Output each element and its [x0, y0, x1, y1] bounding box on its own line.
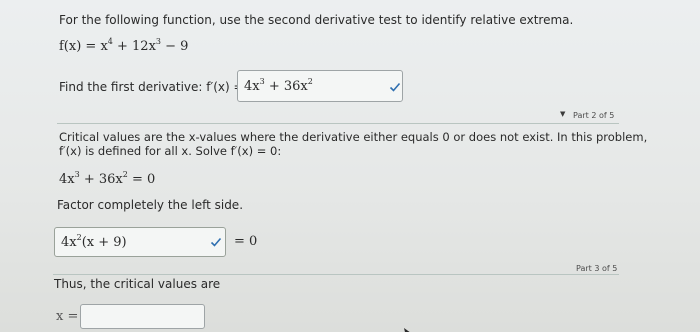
critical-values-explanation-line2: f′(x) is defined for all x. Solve f′(x) … [59, 144, 282, 158]
first-derivative-prompt: Find the first derivative: f′(x) = [59, 80, 244, 94]
derivative-equation: 4x3 + 36x2 = 0 [59, 170, 156, 187]
instruction-text: For the following function, use the seco… [59, 13, 574, 27]
factor-answer-value: 4x2(x + 9) [61, 233, 127, 250]
mouse-cursor-icon [403, 322, 413, 332]
part-2-label: Part 2 of 5 [573, 111, 615, 120]
critical-values-answer-field[interactable] [80, 304, 205, 329]
first-derivative-answer-value: 4x3 + 36x2 [244, 77, 313, 94]
check-icon [389, 81, 401, 93]
factor-answer-field[interactable]: 4x2(x + 9) [54, 227, 226, 257]
collapse-triangle-icon[interactable]: ▼ [560, 110, 565, 118]
first-derivative-answer-field[interactable]: 4x3 + 36x2 [237, 70, 403, 102]
function-definition: f(x) = x4 + 12x3 − 9 [59, 37, 189, 54]
part-3-label: Part 3 of 5 [576, 264, 618, 273]
part-3-divider [53, 274, 619, 275]
factor-prompt: Factor completely the left side. [57, 198, 244, 212]
critical-values-explanation-line1: Critical values are the x-values where t… [59, 130, 648, 144]
critical-values-text: Thus, the critical values are [54, 277, 221, 291]
x-equals-label: x = [56, 309, 79, 324]
check-icon [210, 236, 222, 248]
equals-zero-text: = 0 [234, 234, 258, 249]
part-2-divider [57, 123, 619, 124]
